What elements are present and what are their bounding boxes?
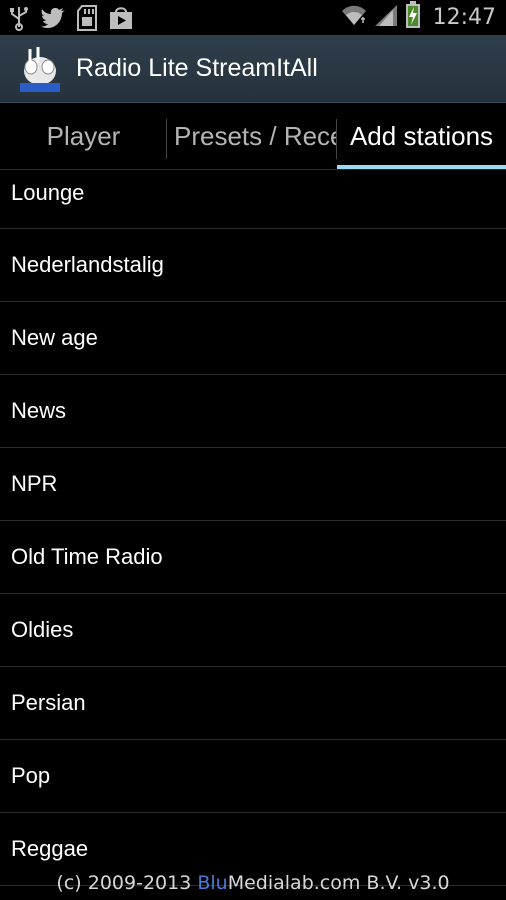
list-item[interactable]: Persian: [0, 667, 506, 740]
play-store-icon: [108, 6, 134, 30]
status-bar: 12:47: [0, 0, 506, 35]
clock: 12:47: [432, 5, 496, 30]
list-item[interactable]: Oldies: [0, 594, 506, 667]
tab-label: Presets / Recent: [174, 120, 337, 151]
list-item[interactable]: Lounge: [0, 170, 506, 229]
copyright-footer: (c) 2009-2013 BluMedialab.com B.V. v3.0: [0, 872, 506, 894]
tab-add-stations[interactable]: Add stations: [337, 103, 506, 169]
tab-bar: Player Presets / Recent Add stations: [0, 103, 506, 170]
list-item[interactable]: Old Time Radio: [0, 521, 506, 594]
list-item[interactable]: Pop: [0, 740, 506, 813]
list-item[interactable]: News: [0, 375, 506, 448]
app-logo-icon[interactable]: [16, 45, 64, 93]
battery-charging-icon: [405, 1, 421, 34]
footer-suffix: Medialab.com B.V. v3.0: [227, 872, 450, 894]
twitter-icon: [40, 7, 66, 29]
list-item[interactable]: New age: [0, 302, 506, 375]
footer-prefix: (c) 2009-2013: [56, 872, 198, 894]
list-item[interactable]: Nederlandstalig: [0, 229, 506, 302]
tab-presets-recent[interactable]: Presets / Recent: [167, 103, 337, 169]
footer-blu-link[interactable]: Blu: [197, 872, 227, 894]
usb-icon: [8, 5, 30, 31]
wifi-icon: [341, 3, 367, 32]
tab-player[interactable]: Player: [0, 103, 167, 169]
sd-card-icon: [76, 4, 98, 31]
tab-label: Player: [46, 120, 121, 151]
app-title: Radio Lite StreamItAll: [76, 54, 318, 82]
tab-label: Add stations: [349, 120, 494, 151]
list-item[interactable]: NPR: [0, 448, 506, 521]
action-bar: Radio Lite StreamItAll: [0, 35, 506, 103]
station-genre-list: Lounge Nederlandstalig New age News NPR …: [0, 170, 506, 886]
signal-icon: [373, 3, 399, 32]
